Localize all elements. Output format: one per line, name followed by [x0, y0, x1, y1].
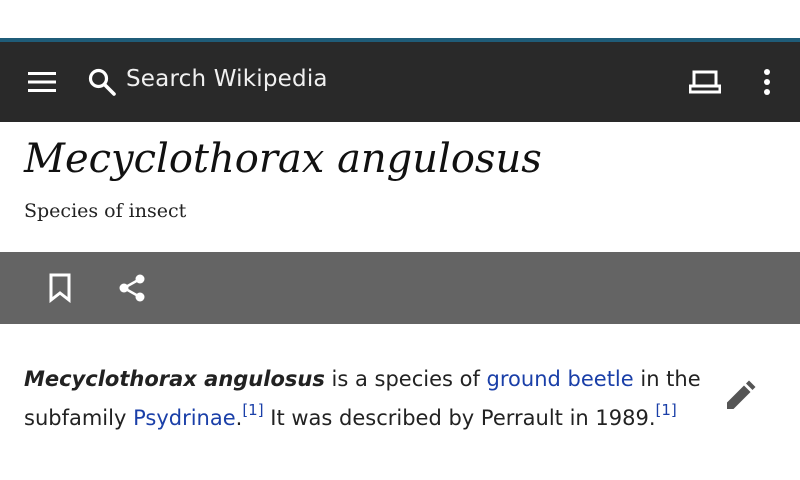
menu-icon [28, 72, 56, 92]
article-action-bar [0, 252, 800, 324]
paragraph-text: is a species of [324, 367, 487, 391]
pencil-icon [727, 380, 756, 409]
reading-list-button[interactable] [684, 62, 726, 102]
article-header: Mecyclothorax angulosus Species of insec… [0, 122, 800, 252]
article-subject: Mecyclothorax angulosus [24, 367, 325, 391]
top-toolbar: Search Wikipedia [0, 42, 800, 122]
search-icon [88, 68, 116, 96]
article-paragraph: Mecyclothorax angulosus is a species of … [24, 360, 704, 438]
status-area [0, 0, 800, 38]
share-button[interactable] [112, 268, 152, 308]
page-title: Mecyclothorax angulosus [24, 136, 542, 182]
link-ground-beetle[interactable]: ground beetle [487, 367, 634, 391]
reading-list-icon [689, 70, 721, 94]
paragraph-text: It was described by Perrault in 1989. [263, 406, 656, 430]
link-psydrinae[interactable]: Psydrinae [133, 406, 236, 430]
reference-link[interactable]: [1] [656, 401, 677, 419]
overflow-menu-button[interactable] [752, 62, 782, 102]
search-button[interactable] [84, 62, 120, 102]
page-description: Species of insect [24, 200, 187, 222]
reference-link[interactable]: [1] [242, 401, 263, 419]
search-input[interactable]: Search Wikipedia [126, 66, 328, 92]
overflow-menu-icon [764, 69, 770, 95]
edit-section-button[interactable] [718, 374, 762, 418]
share-icon [119, 274, 145, 302]
bookmark-icon [49, 273, 71, 303]
bookmark-button[interactable] [40, 268, 80, 308]
menu-button[interactable] [22, 64, 62, 100]
